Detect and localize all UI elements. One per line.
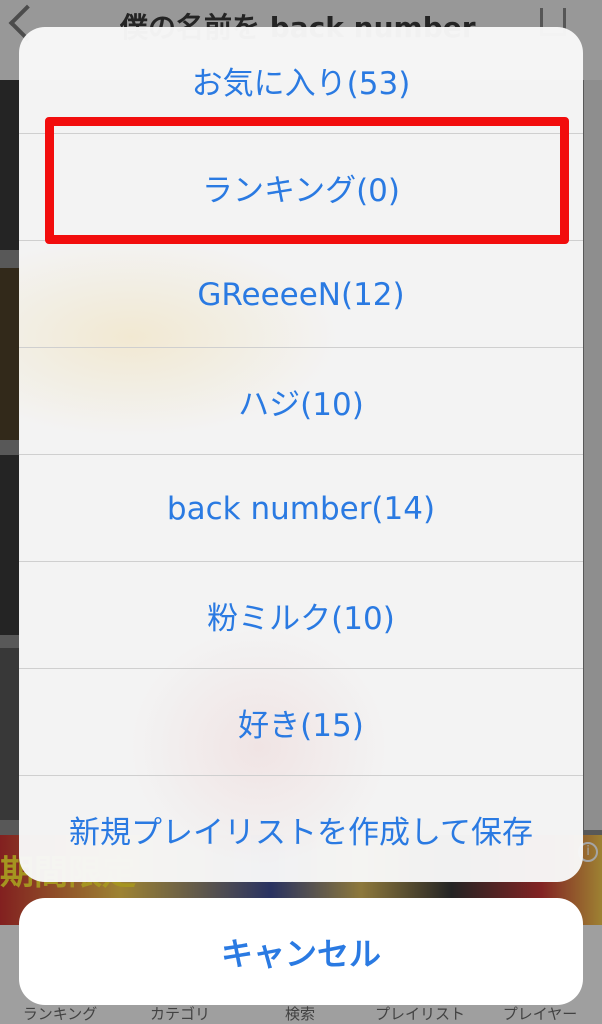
- action-playlist-greeeen[interactable]: GReeeeN(12): [19, 241, 583, 348]
- action-playlist-haji[interactable]: ハジ(10): [19, 348, 583, 455]
- action-playlist-back-number[interactable]: back number(14): [19, 455, 583, 562]
- action-new-playlist[interactable]: 新規プレイリストを作成して保存: [19, 776, 583, 882]
- action-playlist-suki[interactable]: 好き(15): [19, 669, 583, 776]
- cancel-button[interactable]: キャンセル: [19, 898, 583, 1005]
- action-playlist-konamiruku[interactable]: 粉ミルク(10): [19, 562, 583, 669]
- highlight-annotation: [45, 117, 569, 244]
- screen: 僕の名前を back number 期間限定 i ランキング カテゴリ 検索 プ…: [0, 0, 602, 1024]
